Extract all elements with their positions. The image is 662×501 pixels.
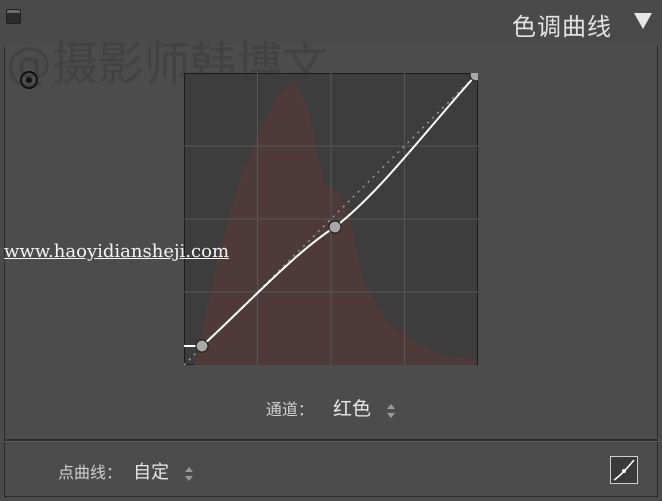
up-down-arrows-icon[interactable] [386, 403, 396, 418]
section-divider [4, 439, 658, 442]
url-watermark: www.haoyidiansheji.com [4, 241, 230, 262]
control-point-black [195, 339, 209, 353]
target-adjust-icon[interactable] [20, 71, 38, 89]
panel-header[interactable]: 色调曲线 [0, 0, 662, 46]
point-curve-label: 点曲线： [58, 463, 123, 482]
point-curve-icon[interactable] [610, 456, 638, 484]
channel-value[interactable]: 红色 [333, 398, 371, 420]
channel-selector[interactable]: 通道： 红色 [0, 394, 662, 421]
triangle-down-icon[interactable] [634, 13, 652, 29]
control-point-mid [328, 220, 342, 234]
tone-curve-graph[interactable] [184, 73, 478, 365]
up-down-arrows-icon[interactable] [184, 466, 194, 481]
channel-label: 通道： [265, 400, 314, 419]
collapse-toggle-icon[interactable] [6, 9, 21, 24]
panel-title: 色调曲线 [512, 13, 612, 41]
point-curve-value[interactable]: 自定 [133, 462, 169, 483]
point-curve-selector[interactable]: 点曲线： 自定 [58, 458, 194, 484]
